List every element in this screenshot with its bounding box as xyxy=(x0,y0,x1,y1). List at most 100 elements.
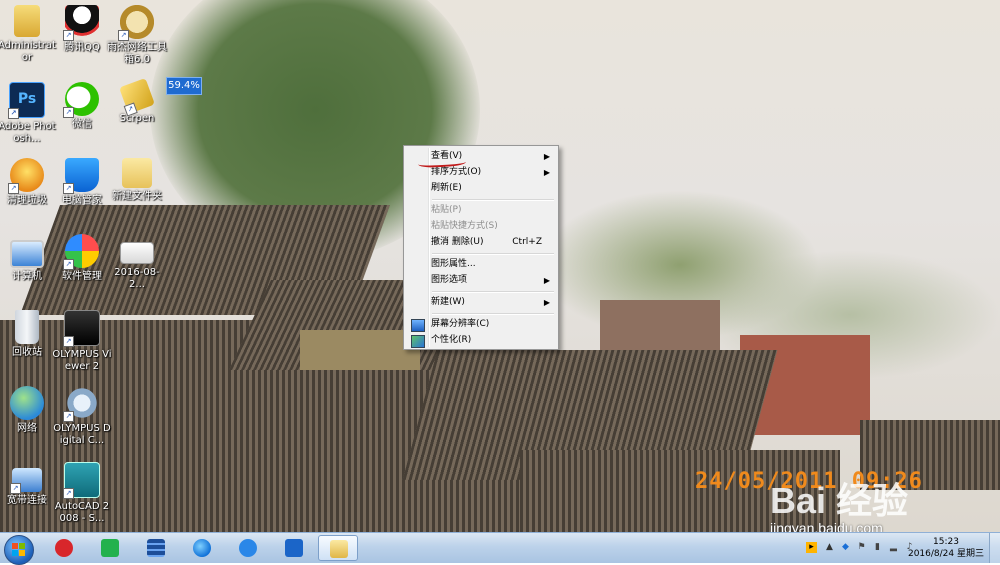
network-signal-icon[interactable]: ▂ xyxy=(888,542,899,553)
user-folder-icon xyxy=(14,5,40,37)
desktop-icon-olympus-digital[interactable]: ↗ OLYMPUS Digital C... xyxy=(52,386,112,447)
menu-separator xyxy=(432,199,554,201)
desktop-icon-administrator[interactable]: Administrator xyxy=(0,5,57,64)
desktop-icon-software-manager[interactable]: ↗ 软件管理 xyxy=(52,234,112,283)
flower-icon: ↗ xyxy=(63,234,99,270)
menu-item-label: 撤消 删除(U) xyxy=(431,237,484,247)
desktop-icon-image-file[interactable]: 2016-08-2... xyxy=(107,234,167,291)
desktop-icon-qq[interactable]: ↗ 腾讯QQ xyxy=(52,5,112,54)
olympus-viewer-icon: ↗ xyxy=(63,310,100,347)
olympus-camera-icon: ↗ xyxy=(63,386,99,422)
toolbox-icon: ↗ xyxy=(118,5,154,41)
menu-item-undo-delete[interactable]: 撤消 删除(U) Ctrl+Z xyxy=(406,235,556,250)
submenu-arrow-icon: ▶ xyxy=(543,168,550,177)
menu-item-new[interactable]: 新建(W) ▶ xyxy=(406,295,556,310)
desktop-icon-computer[interactable]: 计算机 xyxy=(0,234,57,283)
green-app-icon xyxy=(101,539,119,557)
menu-item-screen-resolution[interactable]: 屏幕分辨率(C) xyxy=(406,317,556,332)
desktop-icon-label: 计算机 xyxy=(12,271,42,282)
submenu-arrow-icon: ▶ xyxy=(543,298,550,307)
windows-logo-icon xyxy=(12,543,25,556)
computer-icon xyxy=(10,240,44,268)
menu-separator xyxy=(432,253,554,255)
taskbar: ▸ ▲ ◆ ⚑ ▮ ▂ ♪ 15:23 2016/8/24 星期三 xyxy=(0,532,1000,565)
taskbar-green-app[interactable] xyxy=(90,535,130,561)
wallpaper-wall xyxy=(300,330,420,370)
shield-icon: ↗ xyxy=(63,158,99,194)
cloud-icon xyxy=(239,539,257,557)
menu-item-label: 屏幕分辨率(C) xyxy=(431,319,490,329)
menu-item-label: 粘贴快捷方式(S) xyxy=(431,221,498,231)
action-center-flag-icon[interactable]: ⚑ xyxy=(856,542,867,553)
menu-item-shortcut: Ctrl+Z xyxy=(512,237,542,247)
autocad-icon: ↗ xyxy=(63,462,100,499)
desktop-icon-scrpen[interactable]: ↗ Scrpen xyxy=(107,78,167,125)
menu-item-paste[interactable]: 粘贴(P) xyxy=(406,203,556,218)
desktop-icon-photoshop[interactable]: Ps ↗ Adobe Photosh... xyxy=(0,82,57,145)
desktop-icon-recycle-bin[interactable]: 回收站 xyxy=(0,310,57,359)
desktop-icon-label: 网络 xyxy=(17,423,37,434)
image-file-icon xyxy=(120,242,154,264)
photoshop-icon: Ps ↗ xyxy=(8,82,45,119)
taskbar-clock[interactable]: 15:23 2016/8/24 星期三 xyxy=(906,536,986,560)
menu-item-personalize[interactable]: 个性化(R) xyxy=(406,333,556,348)
desktop-icon-label: OLYMPUS Digital C... xyxy=(53,423,111,446)
browser-bubble-icon xyxy=(193,539,211,557)
desktop-icon-label: 新建文件夹 xyxy=(112,191,162,202)
broadband-connection-icon: ↗ xyxy=(10,468,42,494)
clock-time: 15:23 xyxy=(933,537,959,547)
desktop-icon-autocad[interactable]: ↗ AutoCAD 2008 - S... xyxy=(52,462,112,525)
show-desktop-button[interactable] xyxy=(989,533,1000,563)
taskbar-maxthon[interactable] xyxy=(274,535,314,561)
menu-item-graphics-options[interactable]: 图形选项 ▶ xyxy=(406,273,556,288)
netease-music-icon xyxy=(55,539,73,557)
menu-separator xyxy=(432,313,554,315)
taskbar-browser[interactable] xyxy=(182,535,222,561)
menu-item-label: 刷新(E) xyxy=(431,183,462,193)
desktop-icon-clean-junk[interactable]: ↗ 清理垃圾 xyxy=(0,158,57,207)
menu-item-label: 图形属性... xyxy=(431,259,476,269)
taskbar-file-explorer[interactable] xyxy=(318,535,358,561)
pen-tool-icon: ↗ xyxy=(119,78,155,117)
system-tray: ▸ ▲ ◆ ⚑ ▮ ▂ ♪ 15:23 2016/8/24 星期三 xyxy=(790,533,1000,563)
shield-icon[interactable]: ◆ xyxy=(840,542,851,553)
film-strip-icon xyxy=(147,539,165,557)
desktop-icon-pc-manager[interactable]: ↗ 电脑管家 xyxy=(52,158,112,207)
menu-item-label: 排序方式(O) xyxy=(431,167,482,177)
menu-item-label: 图形选项 xyxy=(431,275,468,285)
wechat-icon: ↗ xyxy=(63,82,99,118)
network-globe-icon xyxy=(10,386,44,420)
folder-icon xyxy=(330,540,348,558)
menu-item-paste-shortcut[interactable]: 粘贴快捷方式(S) xyxy=(406,219,556,234)
taskbar-media-player[interactable] xyxy=(136,535,176,561)
tray-app-icon[interactable]: ▸ xyxy=(806,542,817,553)
progress-badge: 59.4% xyxy=(166,77,202,95)
desktop-icon-network-toolbox[interactable]: ↗ 雨杰网络工具箱6.0 xyxy=(107,5,167,66)
desktop-icon-label: 腾讯QQ xyxy=(64,42,100,53)
desktop-icon-label: 宽带连接 xyxy=(7,495,47,506)
desktop-icon-broadband[interactable]: ↗ 宽带连接 xyxy=(0,462,57,507)
taskbar-cloud-sync[interactable] xyxy=(228,535,268,561)
battery-icon[interactable]: ▮ xyxy=(872,542,883,553)
personalize-icon xyxy=(411,335,425,348)
menu-item-refresh[interactable]: 刷新(E) xyxy=(406,181,556,196)
desktop-icon-label: 回收站 xyxy=(12,347,42,358)
taskbar-netease-music[interactable] xyxy=(44,535,84,561)
show-hidden-icons-icon[interactable]: ▲ xyxy=(824,542,835,553)
desktop-icon-label: Adobe Photosh... xyxy=(0,121,56,144)
desktop-icon-new-folder[interactable]: 新建文件夹 xyxy=(107,158,167,203)
desktop-icon-label: 清理垃圾 xyxy=(7,195,47,206)
start-button[interactable] xyxy=(4,535,34,565)
desktop-icon-label: AutoCAD 2008 - S... xyxy=(54,501,110,524)
wallpaper-building xyxy=(600,300,720,350)
desktop-icon-olympus-viewer[interactable]: ↗ OLYMPUS Viewer 2 xyxy=(52,310,112,373)
menu-item-graphics-properties[interactable]: 图形属性... xyxy=(406,257,556,272)
menu-separator xyxy=(432,291,554,293)
desktop-icon-wechat[interactable]: ↗ 微信 xyxy=(52,82,112,131)
folder-icon xyxy=(122,158,152,188)
monitor-icon xyxy=(411,319,425,332)
desktop-icon-network[interactable]: 网络 xyxy=(0,386,57,435)
maxthon-icon xyxy=(285,539,303,557)
recycle-bin-icon xyxy=(15,310,39,344)
desktop-icon-label: OLYMPUS Viewer 2 xyxy=(52,349,112,372)
